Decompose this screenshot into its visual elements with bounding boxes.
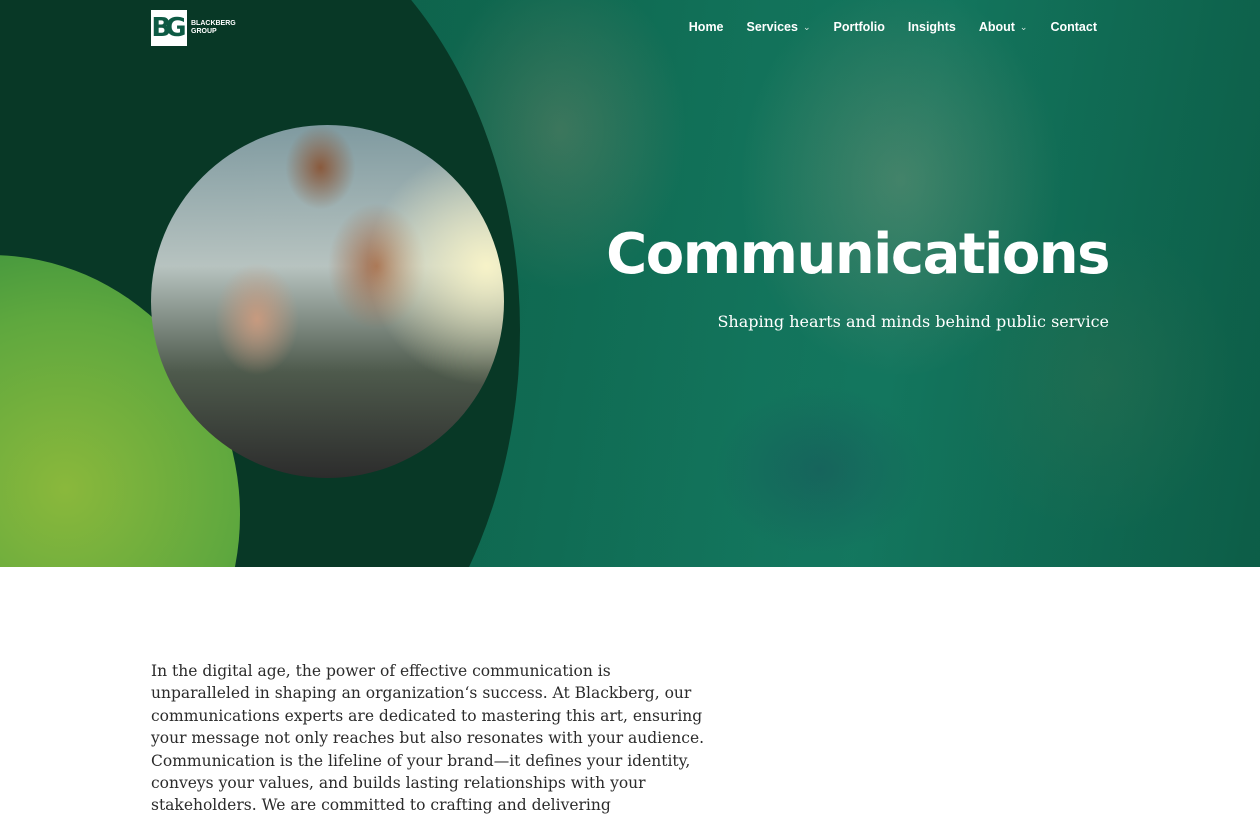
brand-logo[interactable]: BG BLACKBERG GROUP: [151, 10, 236, 46]
nav-item-label: Services: [746, 20, 798, 34]
nav-item-label: Insights: [907, 20, 956, 34]
nav-item-portfolio[interactable]: Portfolio: [834, 20, 885, 34]
logo-text-line1: BLACKBERG: [191, 20, 236, 27]
nav-item-contact[interactable]: Contact: [1050, 20, 1097, 34]
page-subtitle: Shaping hearts and minds behind public s…: [717, 312, 1109, 331]
nav-item-label: Home: [688, 20, 724, 34]
top-navigation: BG BLACKBERG GROUP Home Services ⌄ Portf…: [0, 0, 1260, 56]
nav-item-label: Portfolio: [833, 20, 885, 34]
logo-text-line2: GROUP: [191, 28, 217, 35]
main-content: In the digital age, the power of effecti…: [151, 660, 711, 817]
nav-item-about[interactable]: About ⌄: [979, 20, 1028, 34]
nav-item-home[interactable]: Home: [689, 20, 724, 34]
nav-item-label: Contact: [1050, 20, 1097, 34]
page-title: Communications: [606, 222, 1110, 287]
nav-item-insights[interactable]: Insights: [908, 20, 956, 34]
logo-wordmark: BLACKBERG GROUP: [191, 20, 236, 36]
team-clapping-photo: [151, 125, 504, 478]
nav-item-label: About: [978, 20, 1015, 34]
logo-mark: BG: [151, 10, 187, 46]
nav-item-services[interactable]: Services ⌄: [747, 20, 811, 34]
chevron-down-icon: ⌄: [1019, 21, 1028, 32]
main-menu: Home Services ⌄ Portfolio Insights About…: [666, 20, 1097, 34]
hero-banner: BG BLACKBERG GROUP Home Services ⌄ Portf…: [0, 0, 1260, 567]
chevron-down-icon: ⌄: [802, 21, 811, 32]
logo-glyph: BG: [151, 13, 186, 43]
intro-paragraph: In the digital age, the power of effecti…: [151, 662, 705, 815]
